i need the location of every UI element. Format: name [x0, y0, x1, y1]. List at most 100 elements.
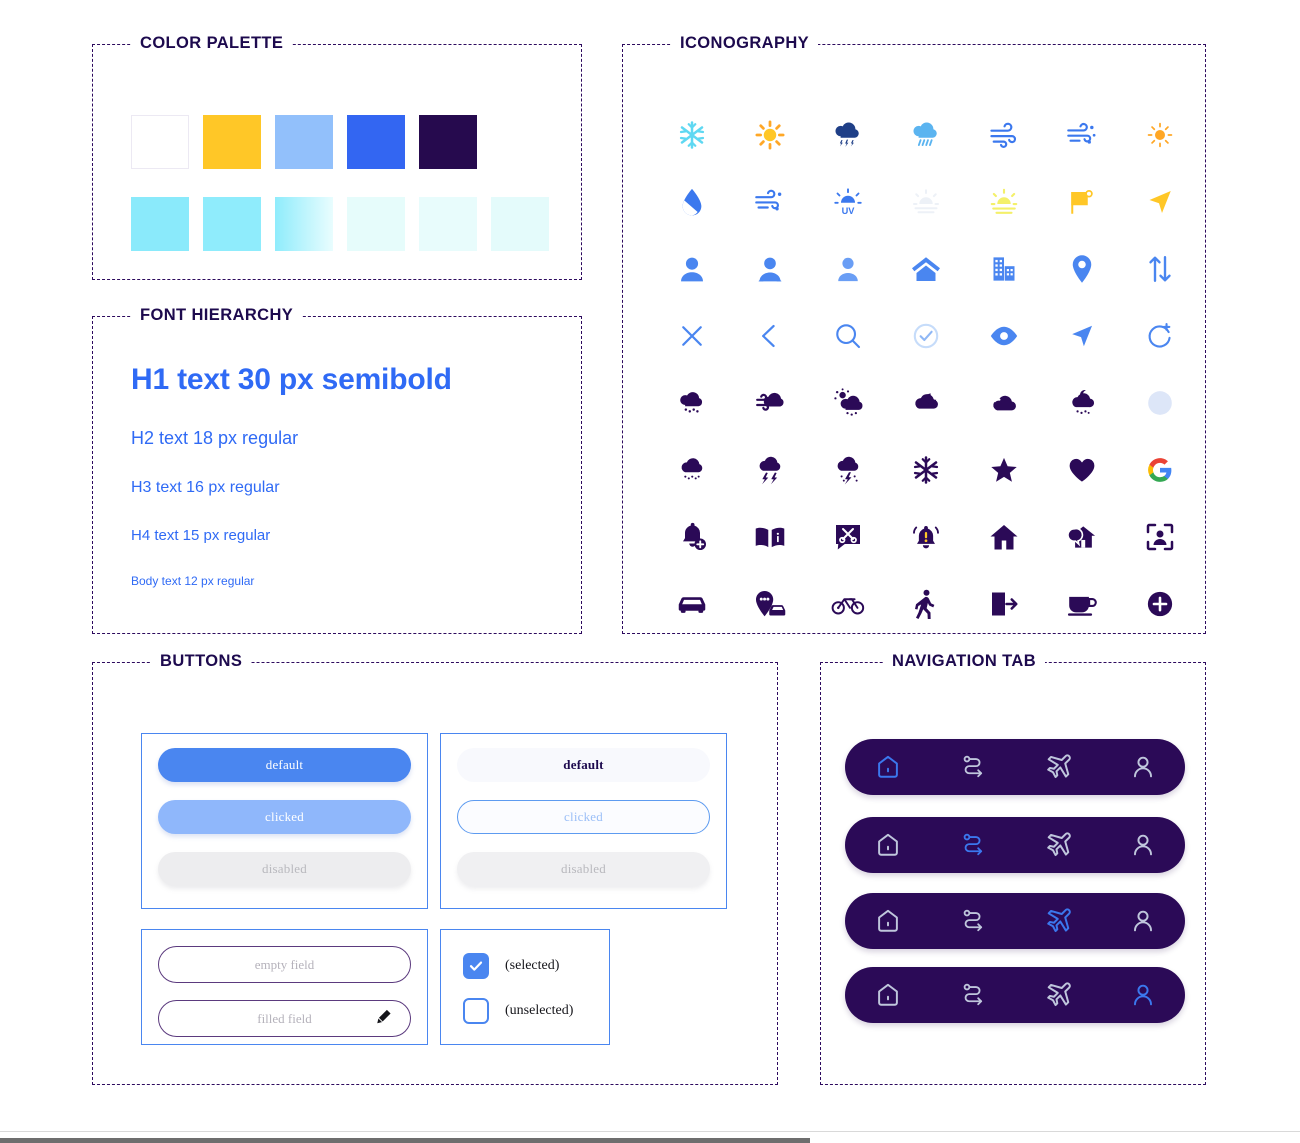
cloud-snow-icon[interactable] [653, 369, 731, 436]
cloud-hail-icon[interactable] [653, 436, 731, 503]
eye-icon[interactable] [965, 302, 1043, 369]
user-person-icon[interactable] [809, 235, 887, 302]
heart-icon[interactable] [1043, 436, 1121, 503]
filled-buttons-panel: default clicked disabled [141, 733, 428, 909]
route-outline-icon[interactable] [953, 747, 993, 787]
sun-small-icon[interactable] [1121, 101, 1199, 168]
swatch-cyan-tint-20[interactable] [419, 197, 477, 251]
swatch-primary-blue[interactable] [347, 115, 405, 169]
swatch-cyan-gradient[interactable] [275, 197, 333, 251]
sun-icon[interactable] [731, 101, 809, 168]
close-icon[interactable] [653, 302, 731, 369]
ghost-button-default[interactable]: default [457, 748, 710, 782]
user-male-icon[interactable] [653, 235, 731, 302]
thunderstorm-cloud-icon[interactable] [809, 101, 887, 168]
alert-bell-icon[interactable] [887, 503, 965, 570]
filled-field[interactable]: filled field [158, 1000, 411, 1037]
person-outline-icon[interactable] [1123, 825, 1163, 865]
bicycle-icon[interactable] [809, 570, 887, 637]
cloud-icon[interactable] [965, 369, 1043, 436]
checkbox-selected[interactable] [463, 953, 489, 979]
water-drop-icon[interactable] [653, 168, 731, 235]
bell-add-icon[interactable] [653, 503, 731, 570]
coffee-cup-icon[interactable] [1043, 570, 1121, 637]
plane-outline-icon[interactable] [1038, 975, 1078, 1015]
horizontal-scrollbar-thumb[interactable] [0, 1138, 810, 1143]
wind-icon[interactable] [965, 101, 1043, 168]
star-icon[interactable] [965, 436, 1043, 503]
person-outline-icon[interactable] [1123, 975, 1163, 1015]
wind-dust-icon[interactable] [731, 168, 809, 235]
cloud-night-rain-icon[interactable] [1043, 369, 1121, 436]
home-outline-icon[interactable] [868, 901, 908, 941]
route-outline-icon[interactable] [953, 901, 993, 941]
refresh-plus-icon[interactable] [1121, 302, 1199, 369]
fog-sunrise-icon[interactable] [887, 168, 965, 235]
uv-index-icon[interactable]: UV [809, 168, 887, 235]
house-icon[interactable] [965, 503, 1043, 570]
palette-row-primary [131, 115, 477, 169]
flag-icon[interactable] [1043, 168, 1121, 235]
empty-field[interactable]: empty field [158, 946, 411, 983]
check-circle-icon[interactable] [887, 302, 965, 369]
button-clicked[interactable]: clicked [158, 800, 411, 834]
cloud-lightning-icon[interactable] [731, 436, 809, 503]
swatch-yellow[interactable] [203, 115, 261, 169]
wind-snow-icon[interactable] [1043, 101, 1121, 168]
full-moon-icon[interactable] [1121, 369, 1199, 436]
swatch-cyan-90[interactable] [203, 197, 261, 251]
send-arrow-icon[interactable] [1043, 302, 1121, 369]
car-icon[interactable] [653, 570, 731, 637]
route-outline-icon[interactable] [953, 825, 993, 865]
logout-icon[interactable] [965, 570, 1043, 637]
sun-cloud-snow-icon[interactable] [809, 369, 887, 436]
snowflake-dark-icon[interactable] [887, 436, 965, 503]
route-outline-icon[interactable] [953, 975, 993, 1015]
button-default[interactable]: default [158, 748, 411, 782]
rain-cloud-icon[interactable] [887, 101, 965, 168]
plane-outline-icon[interactable] [1038, 747, 1078, 787]
scissors-tag-icon[interactable] [809, 503, 887, 570]
swatch-cyan-tint-30[interactable] [347, 197, 405, 251]
google-icon[interactable] [1121, 436, 1199, 503]
plane-outline-icon[interactable] [1038, 825, 1078, 865]
swatch-cyan-tint-10[interactable] [491, 197, 549, 251]
home-icon[interactable] [887, 235, 965, 302]
home-outline-icon[interactable] [868, 975, 908, 1015]
person-outline-icon[interactable] [1123, 901, 1163, 941]
cloud-storm-rain-icon[interactable] [809, 436, 887, 503]
search-icon[interactable] [809, 302, 887, 369]
plus-circle-icon[interactable] [1121, 570, 1199, 637]
font-sample-h3: H3 text 16 px regular [131, 479, 280, 496]
face-scan-icon[interactable] [1121, 503, 1199, 570]
office-building-icon[interactable] [965, 235, 1043, 302]
checkbox-selected-row[interactable]: (selected) [463, 953, 559, 979]
book-info-icon[interactable] [731, 503, 809, 570]
swatch-light-blue[interactable] [275, 115, 333, 169]
horizontal-scrollbar-track[interactable] [0, 1131, 1300, 1143]
map-pin-icon[interactable] [1043, 235, 1121, 302]
checkbox-unselected[interactable] [463, 998, 489, 1024]
home-outline-icon[interactable] [868, 825, 908, 865]
cloud-wind-icon[interactable] [731, 369, 809, 436]
sort-arrows-icon[interactable] [1121, 235, 1199, 302]
ghost-button-clicked[interactable]: clicked [457, 800, 710, 834]
moon-cloud-icon[interactable] [887, 369, 965, 436]
snowflake-icon[interactable] [653, 101, 731, 168]
plane-outline-icon[interactable] [1038, 901, 1078, 941]
swatch-cyan-100[interactable] [131, 197, 189, 251]
swatch-white[interactable] [131, 115, 189, 169]
edit-pencil-icon[interactable] [375, 1008, 392, 1029]
car-pin-icon[interactable] [731, 570, 809, 637]
section-title-buttons: BUTTONS [151, 652, 252, 671]
home-chat-icon[interactable] [1043, 503, 1121, 570]
navigation-arrow-icon[interactable] [1121, 168, 1199, 235]
person-outline-icon[interactable] [1123, 747, 1163, 787]
checkbox-unselected-row[interactable]: (unselected) [463, 998, 573, 1024]
chevron-left-icon[interactable] [731, 302, 809, 369]
pedestrian-icon[interactable] [887, 570, 965, 637]
swatch-deep-purple[interactable] [419, 115, 477, 169]
user-female-icon[interactable] [731, 235, 809, 302]
home-outline-icon[interactable] [868, 747, 908, 787]
sunset-icon[interactable] [965, 168, 1043, 235]
